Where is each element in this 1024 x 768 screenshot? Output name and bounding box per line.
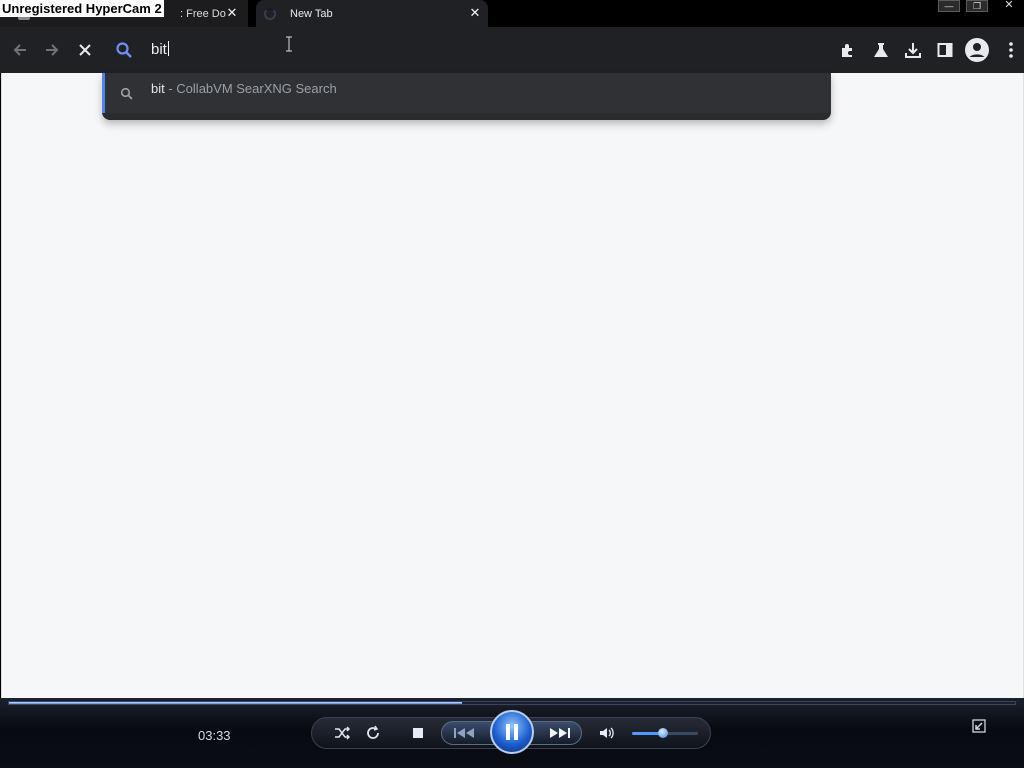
profile-icon[interactable] — [965, 38, 989, 62]
search-icon — [114, 40, 134, 60]
tab-new-tab[interactable]: New Tab ✕ — [256, 0, 488, 27]
extensions-icon[interactable] — [838, 40, 858, 60]
labs-icon[interactable] — [871, 40, 891, 60]
new-tab-page — [1, 73, 1024, 698]
selection-indicator — [102, 73, 105, 113]
media-player-controls: 03:33 — [0, 698, 1024, 768]
close-window-button[interactable]: ✕ — [994, 0, 1024, 12]
previous-icon[interactable] — [452, 726, 478, 740]
close-tab-icon[interactable]: ✕ — [225, 6, 239, 20]
pause-button[interactable] — [490, 710, 534, 754]
menu-icon[interactable] — [1001, 40, 1021, 60]
omnibox-input[interactable]: bit — [151, 41, 169, 58]
elapsed-time: 03:33 — [198, 728, 231, 743]
next-icon[interactable] — [546, 726, 572, 740]
tab-title: : Free Do — [180, 7, 226, 20]
suggestion-search-icon — [117, 84, 137, 104]
pause-icon — [506, 724, 518, 740]
volume-knob[interactable] — [658, 728, 669, 738]
omnibox[interactable] — [104, 27, 831, 73]
suggestion-text: bit - CollabVM SearXNG Search — [151, 81, 337, 96]
close-tab-icon[interactable]: ✕ — [468, 6, 482, 20]
shuffle-icon[interactable] — [333, 725, 351, 741]
stop-loading-icon[interactable] — [75, 40, 95, 60]
omnibox-dropdown: bit - CollabVM SearXNG Search — [102, 73, 831, 120]
restore-button[interactable]: ❐ — [966, 0, 988, 12]
back-icon[interactable] — [10, 40, 30, 60]
forward-icon[interactable] — [42, 40, 62, 60]
suggestion-description: CollabVM SearXNG Search — [176, 81, 337, 96]
recorder-watermark: Unregistered HyperCam 2 — [0, 0, 164, 17]
side-panel-icon[interactable] — [935, 40, 955, 60]
stop-icon[interactable] — [410, 726, 426, 740]
minimize-button[interactable]: — — [938, 0, 960, 12]
tab-title: New Tab — [290, 7, 333, 20]
seek-progress — [9, 702, 462, 704]
window-controls: — ❐ ✕ — [932, 0, 1024, 12]
seek-bar[interactable] — [8, 701, 1016, 705]
volume-slider[interactable] — [632, 728, 698, 738]
text-caret — [167, 41, 169, 56]
search-suggestion[interactable]: bit - CollabVM SearXNG Search — [102, 73, 831, 113]
repeat-icon[interactable] — [364, 725, 382, 741]
loading-spinner-icon — [264, 7, 276, 20]
download-icon[interactable] — [903, 40, 923, 60]
browser-toolbar: bit — [0, 27, 1024, 73]
volume-icon[interactable] — [598, 726, 616, 740]
mini-player-icon[interactable] — [972, 719, 986, 733]
mouse-cursor-ibeam — [286, 36, 292, 52]
